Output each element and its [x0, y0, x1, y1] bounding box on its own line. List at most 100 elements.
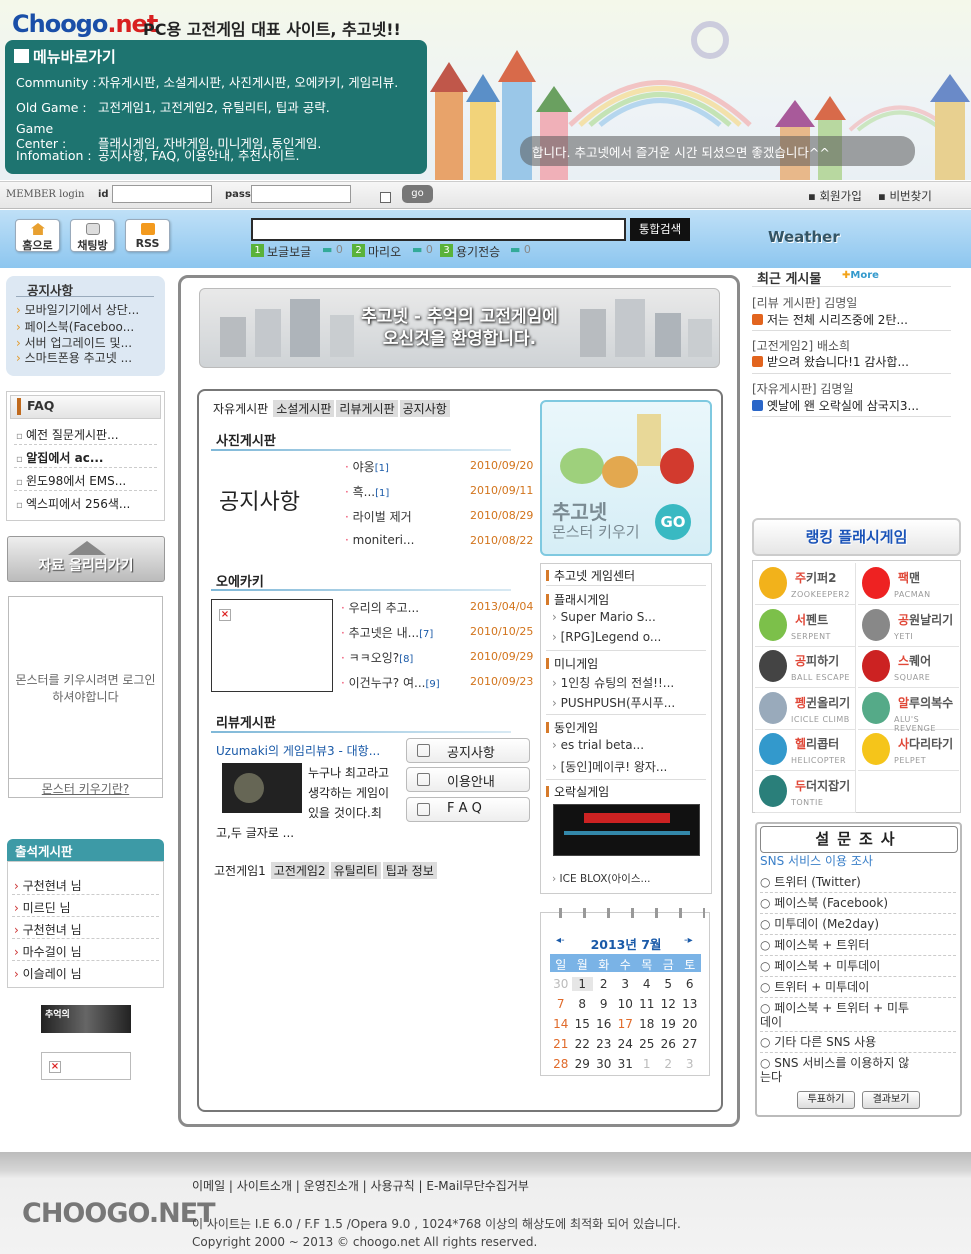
game-category[interactable]: 플래시게임	[546, 591, 609, 608]
calendar-day[interactable]: 22	[572, 1037, 594, 1051]
rank-label[interactable]: 용기전승	[456, 243, 500, 260]
calendar-day[interactable]: 24	[615, 1037, 637, 1051]
calendar-day[interactable]: 18	[636, 1017, 658, 1031]
menu-row-old-game[interactable]: Old Game : 고전게임1, 고전게임2, 유틸리티, 팁과 공략.	[16, 97, 330, 116]
search-button[interactable]: 통합검색	[630, 218, 690, 241]
attendance-item[interactable]: 미르딘 님	[14, 899, 71, 916]
photo-post[interactable]: 흑...[1]	[345, 483, 390, 500]
calendar-day[interactable]: 23	[593, 1037, 615, 1051]
attendance-title[interactable]: 출석게시판	[7, 839, 164, 861]
next-month-arrow-icon[interactable]: -▸	[684, 935, 693, 946]
game-item[interactable]: [동인]메이쿠! 왕자...	[552, 758, 668, 775]
home-button[interactable]: 홈으로	[15, 219, 60, 252]
photo-post[interactable]: 라이벌 제거	[345, 508, 412, 525]
guide-quick-button[interactable]: 이용안내	[406, 767, 530, 792]
monster-go-button[interactable]: GO	[655, 504, 691, 540]
survey-option[interactable]: SNS 서비스를 이용하지 않는다	[760, 1056, 910, 1084]
calendar-day[interactable]: 30	[593, 1057, 615, 1071]
attendance-item[interactable]: 구천현녀 님	[14, 921, 82, 938]
attendance-item[interactable]: 마수걸이 님	[14, 943, 82, 960]
calendar-day[interactable]: 1	[636, 1057, 658, 1071]
flash-game-item[interactable]: 서펜트 SERPENT	[755, 604, 856, 647]
calendar-day[interactable]: 1	[571, 977, 593, 991]
calendar-day[interactable]: 4	[636, 977, 658, 991]
faq-quick-button[interactable]: F A Q	[406, 797, 530, 822]
faq-item[interactable]: 예전 질문게시판...	[16, 426, 119, 443]
tab-novel-board[interactable]: 소설게시판	[273, 400, 335, 417]
game-category[interactable]: 미니게임	[546, 655, 598, 672]
recent-post[interactable]: 받으려 왔습니다!1 감사합...	[752, 353, 909, 370]
menu-row-community[interactable]: Community :자유게시판, 소설게시판, 사진게시판, 오에카키, 게임…	[16, 72, 398, 91]
upload-button[interactable]: 자료 올리러가기	[7, 536, 165, 582]
chat-button[interactable]: 채팅방	[70, 219, 115, 252]
calendar-day[interactable]: 6	[679, 977, 701, 991]
rank-label[interactable]: 마리오	[368, 243, 401, 260]
photo-post[interactable]: moniteri...	[345, 533, 415, 547]
calendar-day[interactable]: 19	[658, 1017, 680, 1031]
game-center-title[interactable]: 추고넷 게임센터	[546, 567, 635, 584]
game-item[interactable]: Super Mario S...	[552, 610, 656, 624]
tab-old-game-2[interactable]: 고전게임2	[270, 862, 329, 879]
calendar-day[interactable]: 14	[550, 1017, 572, 1031]
game-item[interactable]: 1인칭 슈팅의 전설!!...	[552, 674, 675, 691]
calendar-day[interactable]: 27	[679, 1037, 701, 1051]
menu-row-information[interactable]: Infomation : 공지사항, FAQ, 이용안내, 추천사이트.	[16, 145, 300, 164]
footer-links[interactable]: 이메일 | 사이트소개 | 운영진소개 | 사용규칙 | E-Mail무단수집거…	[192, 1177, 529, 1194]
tab-notice[interactable]: 공지사항	[399, 400, 450, 417]
calendar-day[interactable]: 2	[658, 1057, 680, 1071]
calendar-day[interactable]: 29	[572, 1057, 594, 1071]
calendar-day[interactable]: 26	[658, 1037, 680, 1051]
survey-option[interactable]: 페이스북 (Facebook)	[760, 896, 956, 910]
faq-item[interactable]: 엑스피에서 256색...	[16, 495, 130, 512]
survey-option[interactable]: 페이스북 + 트위터 + 미투데이	[760, 1001, 910, 1029]
calendar-day[interactable]: 28	[550, 1057, 572, 1071]
faq-item[interactable]: 알집에서 ac...	[16, 449, 103, 466]
calendar-day[interactable]: 20	[679, 1017, 701, 1031]
oekaki-post[interactable]: 이건누구? 여...[9]	[341, 674, 440, 691]
signup-link[interactable]: ▪ 회원가입	[808, 188, 862, 204]
site-logo[interactable]: Choogo.net	[12, 10, 158, 38]
arcade-game-screenshot[interactable]	[553, 804, 700, 856]
flash-game-item[interactable]: 팩맨 PACMAN	[858, 563, 959, 605]
calendar-day[interactable]: 7	[550, 997, 572, 1011]
calendar-day[interactable]: 3	[615, 977, 637, 991]
calendar-day[interactable]: 3	[679, 1057, 701, 1071]
results-button[interactable]: 결과보기	[862, 1091, 920, 1109]
review-post-title[interactable]: Uzumaki의 게임리뷰3 - 대항...	[216, 742, 380, 759]
survey-option[interactable]: 페이스북 + 트위터	[760, 938, 956, 952]
calendar-day[interactable]: 31	[615, 1057, 637, 1071]
photo-post[interactable]: 야옹[1]	[345, 458, 389, 475]
flash-game-item[interactable]: 헬리콥터 HELICOPTER	[755, 729, 856, 771]
calendar-day[interactable]: 8	[572, 997, 594, 1011]
game-item[interactable]: PUSHPUSH(푸시푸...	[552, 694, 676, 711]
review-board-title[interactable]: 리뷰게시판	[216, 712, 276, 731]
ranking-title[interactable]: 랭킹 플래시게임	[752, 526, 961, 547]
oekaki-thumbnail[interactable]: ×	[211, 599, 333, 692]
calendar-day[interactable]: 15	[572, 1017, 594, 1031]
login-go-button[interactable]: go	[402, 185, 433, 203]
calendar-day[interactable]: 17	[615, 1017, 637, 1031]
faq-title[interactable]: FAQ	[27, 398, 54, 413]
password-input[interactable]	[251, 185, 351, 203]
weather-label[interactable]: Weather	[768, 228, 840, 246]
choogo-banner[interactable]: 추억의	[41, 1005, 131, 1033]
game-category[interactable]: 오락실게임	[546, 783, 609, 800]
notice-item[interactable]: 모바일기기에서 상단...	[16, 301, 156, 318]
photo-board-title[interactable]: 사진게시판	[216, 430, 276, 449]
oekaki-post[interactable]: 우리의 추고...	[341, 599, 419, 616]
calendar-day[interactable]: 5	[658, 977, 680, 991]
tab-old-game-1[interactable]: 고전게임1	[211, 862, 269, 879]
recent-post[interactable]: 저는 전체 시리즈중에 2탄...	[752, 311, 908, 328]
flash-game-item[interactable]: 공원날리기 YETI	[858, 605, 959, 647]
find-password-link[interactable]: ▪ 비번찾기	[878, 188, 932, 204]
flash-game-item[interactable]: 주키퍼2 ZOOKEEPER2	[755, 563, 856, 605]
game-category[interactable]: 동인게임	[546, 719, 598, 736]
rss-button[interactable]: RSS	[125, 219, 170, 252]
flash-game-item[interactable]: 펭귄올리기 ICICLE CLIMB	[755, 687, 856, 730]
more-link[interactable]: ✚More	[842, 270, 879, 281]
tab-free-board[interactable]: 자유게시판	[210, 400, 271, 417]
oekaki-post[interactable]: 추고넷은 내...[7]	[341, 624, 434, 641]
attendance-item[interactable]: 이슬레이 님	[14, 965, 82, 982]
flash-game-item[interactable]: 두더지잡기 TONTIE	[755, 770, 856, 813]
notice-thumbnail[interactable]: 공지사항	[211, 462, 335, 538]
